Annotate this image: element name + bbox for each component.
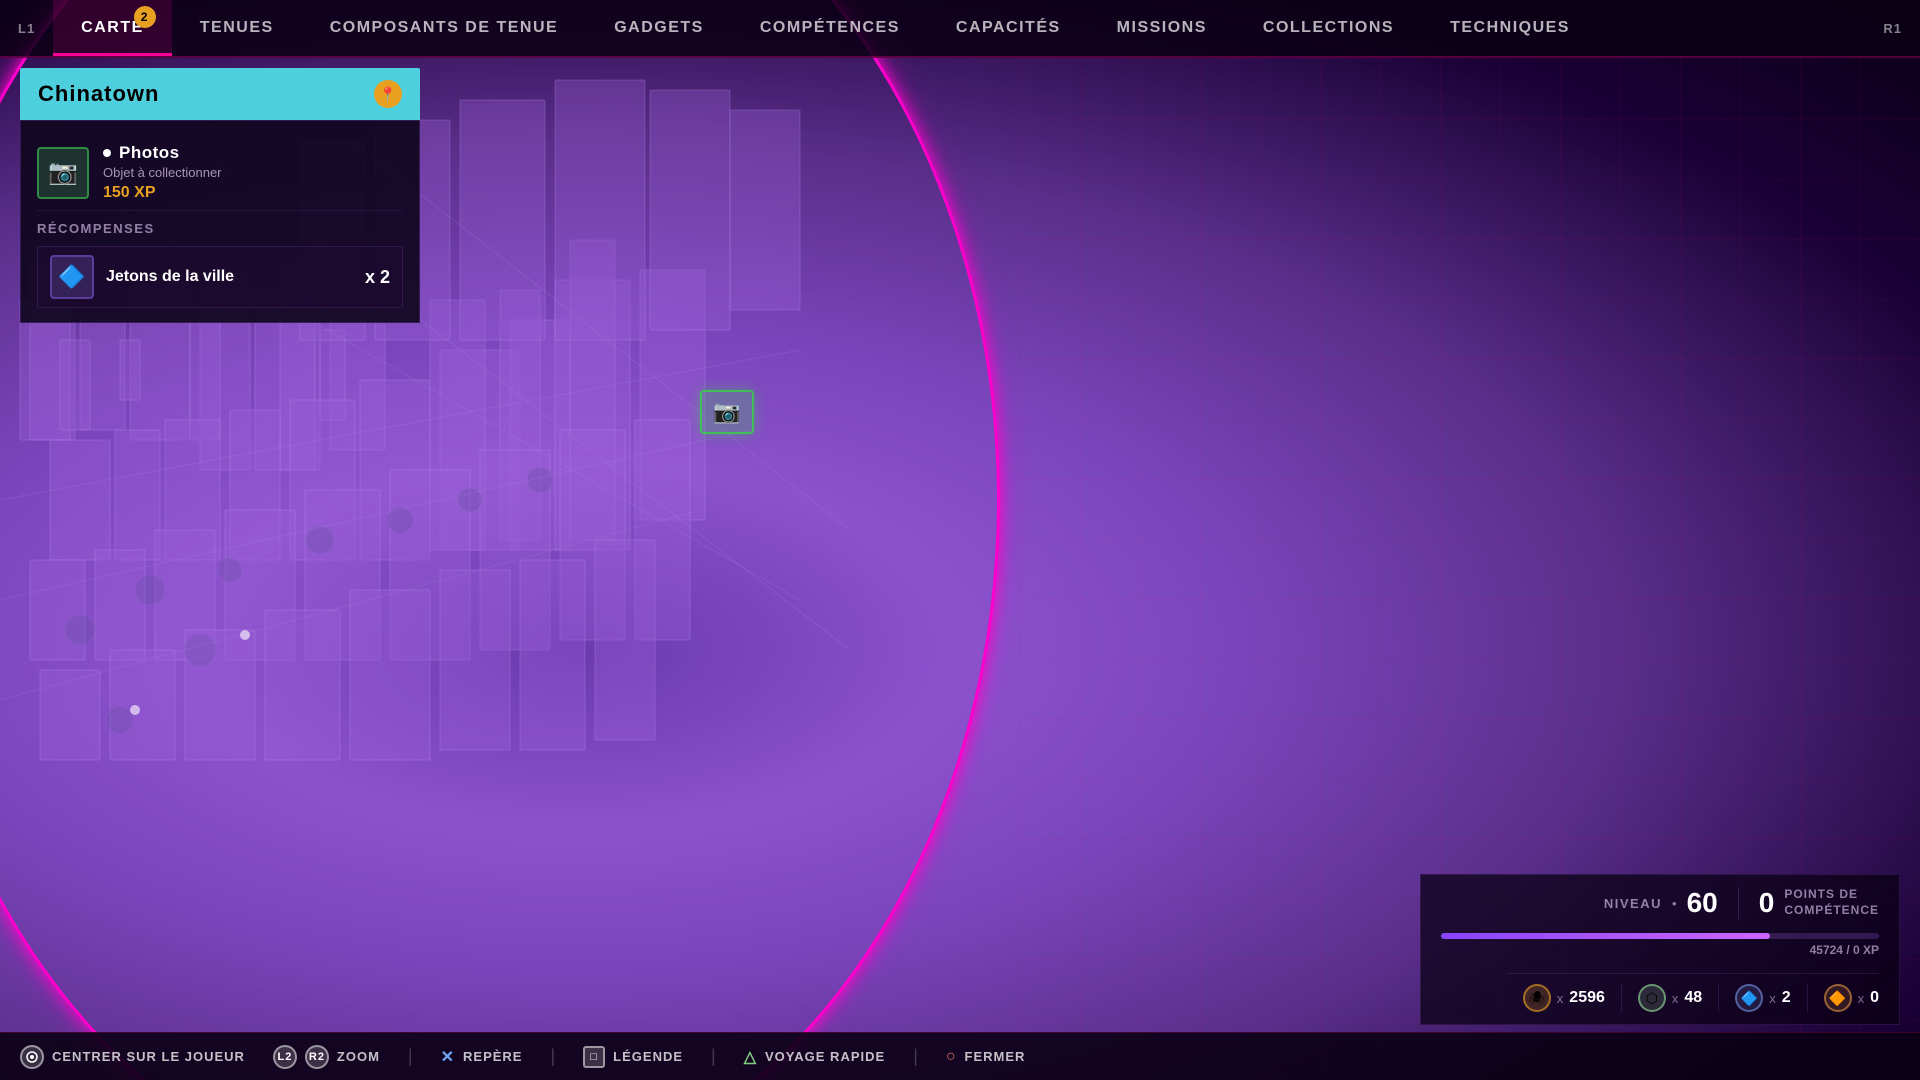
nav-item-collections[interactable]: COLLECTIONS	[1235, 0, 1422, 56]
cross-button[interactable]: ✕	[441, 1047, 455, 1067]
city-prefix: x	[1769, 991, 1776, 1006]
zoom-label: ZOOM	[337, 1049, 380, 1064]
voyage-label: VOYAGE RAPIDE	[765, 1049, 885, 1064]
points-label: POINTS DECOMPÉTENCE	[1784, 887, 1879, 918]
centrer-label: CENTRER SUR LE JOUEUR	[52, 1049, 245, 1064]
repere-label: REPÈRE	[463, 1049, 522, 1064]
status-panel: NIVEAU • 60 0 POINTS DECOMPÉTENCE 45724 …	[1420, 874, 1900, 1025]
collectible-type: Objet à collectionner	[103, 165, 403, 180]
collectible-row: 📷 Photos Objet à collectionner 150 XP	[37, 135, 403, 211]
collectible-xp: 150 XP	[103, 184, 403, 202]
bottom-controls-bar: CENTRER SUR LE JOUEUR L2 R2 ZOOM | ✕ REP…	[0, 1032, 1920, 1080]
niveau-label: NIVEAU	[1604, 896, 1662, 911]
camera-collectible-marker[interactable]: 📷	[700, 390, 754, 434]
points-value: 0	[1759, 887, 1775, 919]
l2-button[interactable]: L2	[273, 1045, 297, 1069]
xp-bar	[1441, 933, 1879, 939]
control-legende[interactable]: □ LÉGENDE	[583, 1046, 683, 1068]
area-name: Chinatown	[38, 81, 159, 107]
control-zoom[interactable]: L2 R2 ZOOM	[273, 1045, 380, 1069]
web-value: 2596	[1569, 989, 1605, 1007]
top-navigation: L1 CARTE 2 TENUES COMPOSANTS DE TENUE GA…	[0, 0, 1920, 58]
niveau-value: 60	[1687, 887, 1718, 919]
circle-button[interactable]: ○	[946, 1048, 957, 1066]
fermer-label: FERMER	[965, 1049, 1026, 1064]
collectible-icon: 📷	[37, 147, 89, 199]
web-prefix: x	[1557, 991, 1564, 1006]
niveau-dot: •	[1672, 896, 1677, 911]
reward-row: 🔷 Jetons de la ville x 2	[37, 246, 403, 308]
nav-item-competences[interactable]: COMPÉTENCES	[732, 0, 928, 56]
web-icon: 🕷	[1523, 984, 1551, 1012]
nav-badge: 2	[134, 6, 156, 28]
control-voyage[interactable]: △ VOYAGE RAPIDE	[744, 1047, 885, 1067]
city-value: 2	[1782, 989, 1791, 1007]
r2-button[interactable]: R2	[305, 1045, 329, 1069]
city-icon: 🔷	[1735, 984, 1763, 1012]
special-prefix: x	[1858, 991, 1865, 1006]
info-panel: Chinatown 📍 📷 Photos Objet à collectionn…	[20, 68, 420, 323]
l3-button[interactable]	[20, 1045, 44, 1069]
r1-button[interactable]: R1	[1865, 0, 1920, 56]
panel-body: 📷 Photos Objet à collectionner 150 XP RÉ…	[20, 120, 420, 323]
currency-city: 🔷 x 2	[1719, 984, 1807, 1012]
currency-special: 🔶 x 0	[1808, 984, 1879, 1012]
reward-name: Jetons de la ville	[106, 268, 353, 286]
currency-tokens: ⬡ x 48	[1622, 984, 1719, 1012]
tokens-prefix: x	[1672, 991, 1679, 1006]
nav-item-techniques[interactable]: TECHNIQUES	[1422, 0, 1598, 56]
nav-item-capacites[interactable]: CAPACITÉS	[928, 0, 1089, 56]
rewards-section: RÉCOMPENSES 🔷 Jetons de la ville x 2	[37, 221, 403, 308]
nav-item-tenues[interactable]: TENUES	[172, 0, 302, 56]
triangle-button[interactable]: △	[744, 1047, 757, 1067]
control-fermer[interactable]: ○ FERMER	[946, 1048, 1026, 1066]
tokens-value: 48	[1684, 989, 1702, 1007]
collectible-name: Photos	[119, 143, 180, 163]
pin-icon: 📍	[374, 80, 402, 108]
currency-web: 🕷 x 2596	[1507, 984, 1622, 1012]
special-icon: 🔶	[1824, 984, 1852, 1012]
l1-button[interactable]: L1	[0, 0, 53, 56]
xp-bar-fill	[1441, 933, 1770, 939]
nav-item-composants[interactable]: COMPOSANTS DE TENUE	[302, 0, 587, 56]
legende-label: LÉGENDE	[613, 1049, 683, 1064]
special-value: 0	[1870, 989, 1879, 1007]
reward-icon: 🔷	[50, 255, 94, 299]
xp-display: 45724 / 0 XP	[1810, 943, 1879, 957]
reward-count: x 2	[365, 267, 390, 288]
nav-item-missions[interactable]: MISSIONS	[1089, 0, 1235, 56]
dot-indicator	[103, 149, 111, 157]
collectible-info: Photos Objet à collectionner 150 XP	[103, 143, 403, 202]
nav-item-gadgets[interactable]: GADGETS	[586, 0, 732, 56]
nav-item-carte[interactable]: CARTE 2	[53, 0, 172, 56]
rewards-label: RÉCOMPENSES	[37, 221, 403, 236]
control-repere[interactable]: ✕ REPÈRE	[441, 1047, 523, 1067]
square-button[interactable]: □	[583, 1046, 605, 1068]
panel-header: Chinatown 📍	[20, 68, 420, 120]
control-centrer[interactable]: CENTRER SUR LE JOUEUR	[20, 1045, 245, 1069]
tokens-icon: ⬡	[1638, 984, 1666, 1012]
